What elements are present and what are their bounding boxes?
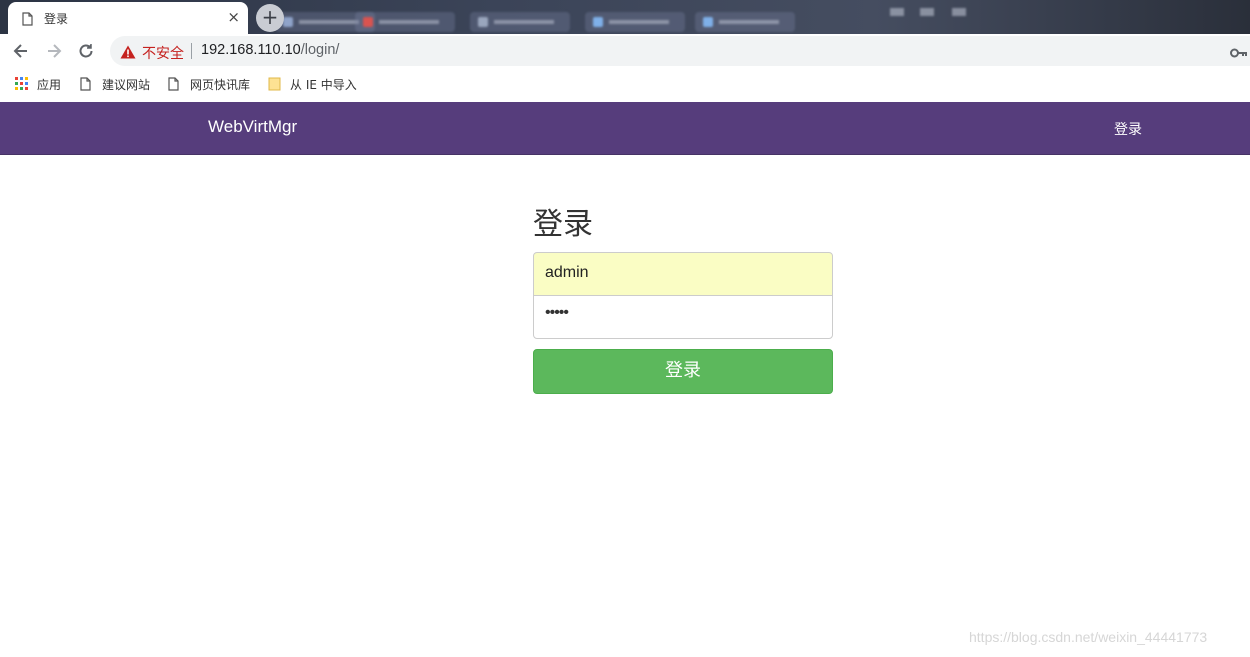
page-icon [168, 77, 179, 96]
back-icon[interactable] [11, 41, 31, 61]
bookmarks-bar: 应用 建议网站 网页快讯库 从 IE 中导入 [0, 68, 1250, 103]
background-tab[interactable] [585, 12, 685, 32]
background-tab[interactable] [695, 12, 795, 32]
bookmark-label: 建议网站 [102, 78, 151, 92]
bookmark-label: 应用 [37, 78, 62, 92]
watermark-text: https://blog.csdn.net/weixin_44441773 [969, 629, 1208, 645]
browser-toolbar: 不安全 192.168.110.10/login/ [0, 34, 1250, 68]
forward-icon[interactable] [44, 41, 64, 61]
nav-login-link[interactable]: 登录 [1114, 119, 1142, 139]
warning-icon [120, 44, 136, 63]
brand-link[interactable]: WebVirtMgr [208, 117, 297, 137]
folder-icon [268, 77, 282, 96]
divider [191, 43, 192, 59]
address-bar[interactable]: 不安全 192.168.110.10/login/ [110, 36, 1250, 66]
password-input[interactable]: ••••• [533, 295, 833, 339]
url-text[interactable]: 192.168.110.10/login/ [201, 42, 339, 58]
password-value: ••••• [545, 304, 569, 321]
browser-tab-strip: 登录 × + [0, 0, 1250, 34]
background-tab[interactable] [355, 12, 455, 32]
page-icon [80, 77, 91, 96]
security-label[interactable]: 不安全 [142, 43, 184, 63]
active-tab[interactable]: 登录 × [8, 2, 248, 34]
url-path: /login/ [300, 42, 340, 58]
bookmark-label: 网页快讯库 [190, 78, 251, 92]
login-heading: 登录 [533, 207, 593, 242]
username-input[interactable]: admin [533, 252, 833, 296]
tab-title: 登录 [44, 12, 69, 26]
new-tab-button[interactable]: + [256, 4, 284, 32]
login-button[interactable]: 登录 [533, 349, 833, 394]
reload-icon[interactable] [76, 41, 96, 61]
url-host: 192.168.110.10 [201, 42, 301, 58]
username-value: admin [545, 264, 589, 281]
apps-grid-icon [15, 77, 29, 96]
key-icon[interactable] [1230, 44, 1248, 63]
window-controls [880, 6, 980, 18]
site-navbar: WebVirtMgr 登录 [0, 102, 1250, 155]
background-tab[interactable] [470, 12, 570, 32]
close-icon[interactable]: × [227, 8, 240, 26]
bookmark-label: 从 IE 中导入 [290, 78, 357, 92]
page-icon [22, 11, 33, 30]
